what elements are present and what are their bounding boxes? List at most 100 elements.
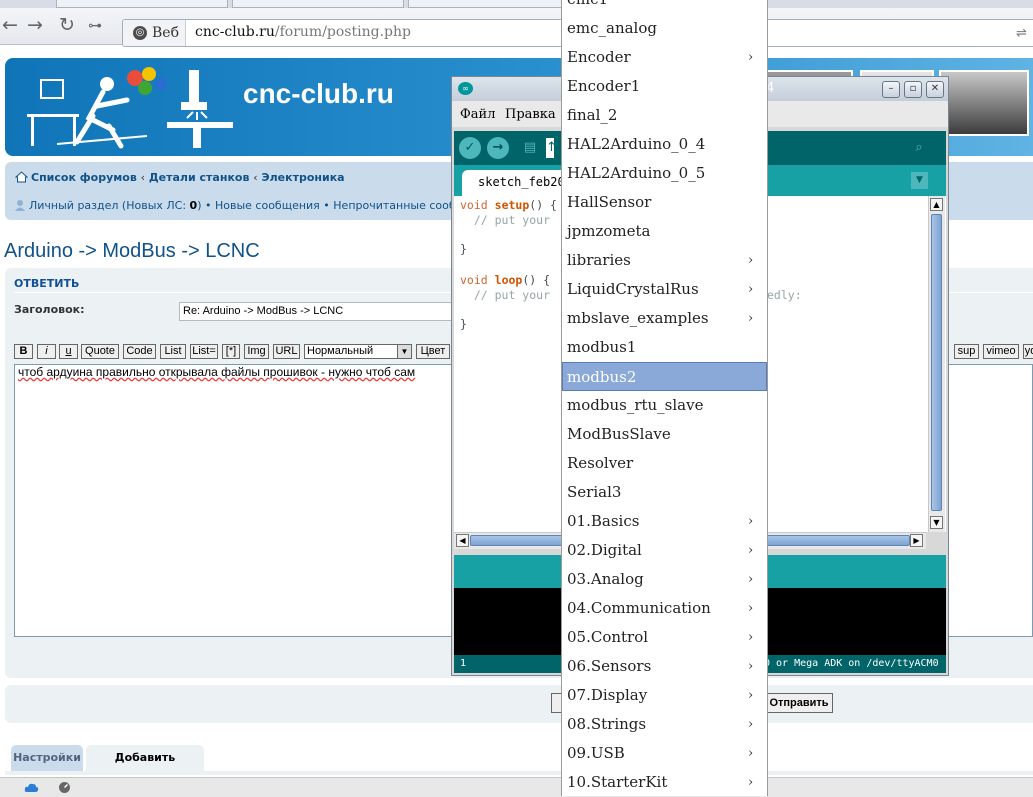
rss-icon[interactable]: ⇌: [1016, 26, 1027, 41]
menu-item[interactable]: final_2: [562, 101, 767, 130]
color-button[interactable]: Цвет: [416, 344, 450, 359]
menu-item[interactable]: Encoder ›: [562, 43, 767, 72]
page-title[interactable]: Arduino -> ModBus -> LCNC: [4, 240, 260, 263]
verify-icon[interactable]: ✓: [459, 137, 481, 159]
code-button[interactable]: Code: [123, 344, 156, 359]
scroll-left-icon[interactable]: ◀: [456, 534, 469, 547]
gauge-icon[interactable]: [58, 781, 71, 794]
menu-item[interactable]: 03.Analog ›: [562, 565, 767, 594]
maximize-icon[interactable]: ▫: [904, 81, 922, 98]
menu-item-label: HAL2Arduino_0_4: [567, 135, 706, 153]
breadcrumb-forum-index[interactable]: Список форумов: [31, 171, 137, 184]
scroll-up-icon[interactable]: ▲: [930, 198, 943, 211]
personal-section-link[interactable]: Личный раздел (Новых ЛС: 0): [29, 199, 202, 212]
browser-tab[interactable]: [56, 0, 228, 8]
sup-button[interactable]: sup: [954, 344, 979, 359]
menu-item-label: Serial3: [567, 483, 622, 501]
url-domain: cnc-club.ru: [195, 24, 275, 40]
menu-item[interactable]: 04.Communication ›: [562, 594, 767, 623]
menu-item[interactable]: modbus2: [562, 362, 767, 391]
menu-item[interactable]: Encoder1: [562, 72, 767, 101]
chevron-right-icon: ›: [748, 50, 754, 65]
italic-button[interactable]: i: [37, 344, 56, 359]
img-button[interactable]: Img: [244, 344, 269, 359]
menu-item[interactable]: 10.StarterKit ›: [562, 768, 767, 796]
menu-item[interactable]: libraries ›: [562, 246, 767, 275]
tab-attachments[interactable]: Добавить вложения: [86, 745, 204, 790]
breadcrumb-machine-parts[interactable]: Детали станков: [149, 171, 250, 184]
site-logo-icon[interactable]: [17, 66, 237, 150]
url-text[interactable]: cnc-club.ru/forum/posting.php: [195, 24, 411, 40]
browser-tab[interactable]: [232, 0, 404, 8]
menu-item-label: 01.Basics: [567, 512, 640, 530]
menu-edit[interactable]: Правка: [505, 107, 556, 122]
menu-item-label: modbus_rtu_slave: [567, 396, 704, 414]
menu-item[interactable]: LiquidCrystalRus ›: [562, 275, 767, 304]
minimize-icon[interactable]: –: [882, 81, 900, 98]
vertical-scrollbar[interactable]: ▲ ▼: [928, 196, 945, 532]
menu-item[interactable]: emc_analog: [562, 14, 767, 43]
key-icon[interactable]: ⊶: [88, 15, 102, 37]
scroll-right-icon[interactable]: ▶: [910, 534, 923, 547]
underline-button[interactable]: u: [59, 344, 78, 359]
menu-item[interactable]: modbus1: [562, 333, 767, 362]
url-button[interactable]: URL: [273, 344, 300, 359]
list-button[interactable]: List: [160, 344, 186, 359]
menu-item[interactable]: 06.Sensors ›: [562, 652, 767, 681]
sketch-tab[interactable]: sketch_feb20: [462, 170, 572, 196]
menu-item[interactable]: jpmzometa: [562, 217, 767, 246]
ordered-list-button[interactable]: List=: [190, 344, 218, 359]
scroll-down-icon[interactable]: ▼: [930, 516, 943, 529]
close-icon[interactable]: ✕: [926, 81, 944, 98]
menu-item[interactable]: 01.Basics ›: [562, 507, 767, 536]
browser-toolbar: ← → ↻ ⊶ ◎ Веб cnc-club.ru/forum/posting.…: [0, 8, 1033, 47]
font-size-select[interactable]: Нормальный ▼: [304, 344, 412, 359]
menu-item[interactable]: Serial3: [562, 478, 767, 507]
youtube-button[interactable]: yo: [1023, 344, 1033, 359]
upload-icon[interactable]: →: [487, 137, 509, 159]
menu-item[interactable]: HAL2Arduino_0_5: [562, 159, 767, 188]
menu-item-label: mbslave_examples: [567, 309, 709, 327]
menu-item[interactable]: ModBusSlave: [562, 420, 767, 449]
reload-icon[interactable]: ↻: [59, 14, 75, 36]
menu-item[interactable]: mbslave_examples ›: [562, 304, 767, 333]
open-sketch-icon[interactable]: ↑: [546, 138, 557, 158]
subject-input[interactable]: [179, 302, 469, 321]
back-icon[interactable]: ←: [2, 14, 18, 36]
menu-item[interactable]: 05.Control ›: [562, 623, 767, 652]
menu-item[interactable]: Resolver: [562, 449, 767, 478]
chevron-right-icon: ›: [748, 717, 754, 732]
security-chip[interactable]: ◎ Веб: [123, 20, 186, 46]
submit-button[interactable]: Отправить: [765, 693, 833, 713]
chevron-right-icon: ›: [748, 572, 754, 587]
site-name[interactable]: cnc-club.ru: [243, 78, 394, 110]
menu-file[interactable]: Файл: [460, 107, 495, 122]
breadcrumb-electronics[interactable]: Электроника: [262, 171, 345, 184]
new-messages-link[interactable]: Новые сообщения: [215, 199, 320, 212]
menu-item[interactable]: modbus_rtu_slave: [562, 391, 767, 420]
menu-item[interactable]: HallSensor: [562, 188, 767, 217]
menu-item-label: jpmzometa: [567, 222, 651, 240]
tab-settings[interactable]: Настройки: [11, 745, 83, 771]
bold-button[interactable]: B: [14, 344, 33, 359]
new-sketch-icon[interactable]: ▤: [520, 138, 540, 158]
browser-tab[interactable]: [408, 0, 580, 8]
url-path: /forum/posting.php: [274, 24, 411, 40]
menu-item[interactable]: 09.USB ›: [562, 739, 767, 768]
quote-button[interactable]: Quote: [81, 344, 119, 359]
menu-item[interactable]: 02.Digital ›: [562, 536, 767, 565]
tab-menu-icon[interactable]: ▼: [911, 172, 928, 189]
menu-item[interactable]: HAL2Arduino_0_4: [562, 130, 767, 159]
menu-item-label: Encoder1: [567, 77, 641, 95]
cloud-icon[interactable]: [24, 782, 39, 793]
list-item-button[interactable]: [*]: [222, 344, 240, 359]
forward-icon[interactable]: →: [27, 14, 43, 36]
serial-monitor-icon[interactable]: ⌕: [909, 138, 929, 158]
vimeo-button[interactable]: vimeo: [983, 344, 1019, 359]
chevron-right-icon: ›: [748, 775, 754, 790]
tabs-underline: [5, 771, 1033, 775]
menu-item[interactable]: 07.Display ›: [562, 681, 767, 710]
menu-item[interactable]: emc1: [562, 0, 767, 14]
menu-item[interactable]: 08.Strings ›: [562, 710, 767, 739]
scrollbar-thumb[interactable]: [931, 214, 942, 511]
